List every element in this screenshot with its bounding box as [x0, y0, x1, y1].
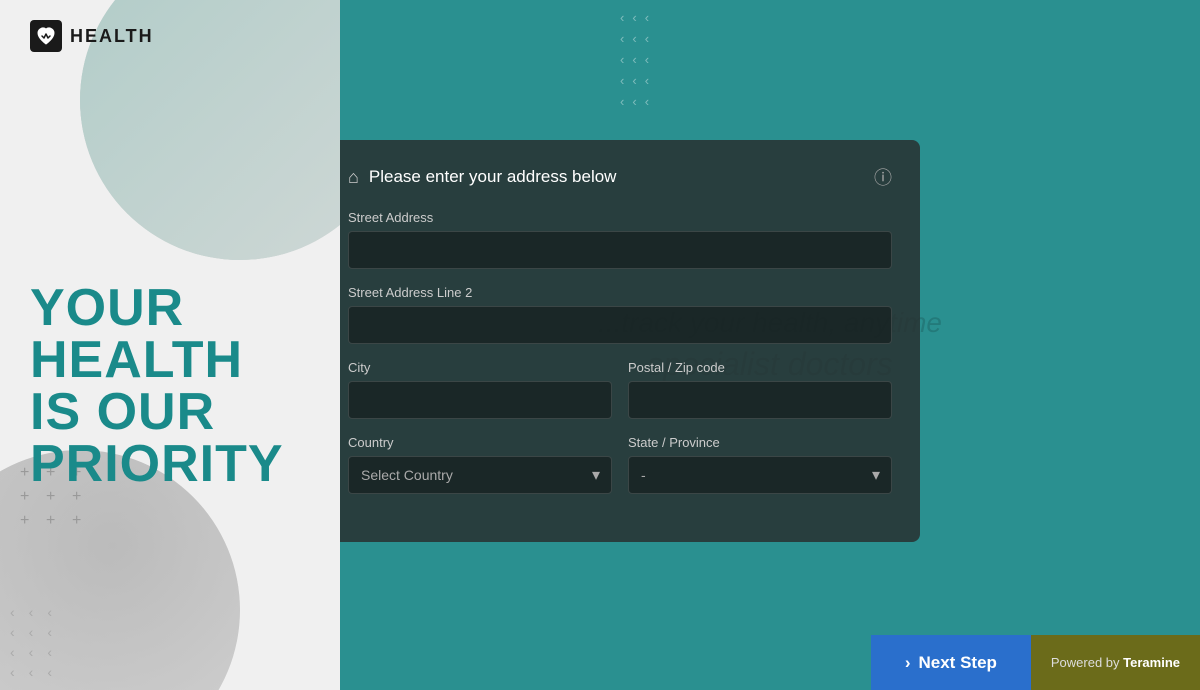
brand-name: Teramine	[1123, 655, 1180, 670]
street-address2-label: Street Address Line 2	[348, 285, 892, 300]
next-step-button[interactable]: › Next Step	[871, 635, 1031, 690]
top-chevrons: ‹ ‹ ‹ ‹ ‹ ‹ ‹ ‹ ‹ ‹ ‹ ‹ ‹ ‹ ‹	[620, 0, 649, 119]
powered-by-badge: Powered by Teramine	[1031, 635, 1200, 690]
state-select-wrapper: -	[628, 456, 892, 494]
logo-text: HEALTH	[70, 26, 154, 47]
hero-line1: YOUR HEALTH IS OUR PRIORITY	[30, 282, 284, 490]
city-input[interactable]	[348, 381, 612, 419]
country-label: Country	[348, 435, 612, 450]
city-group: City	[348, 360, 612, 419]
hero-text: YOUR HEALTH IS OUR PRIORITY	[30, 282, 284, 490]
country-select[interactable]: Select Country	[348, 456, 612, 494]
postal-label: Postal / Zip code	[628, 360, 892, 375]
next-step-label: Next Step	[919, 653, 997, 673]
country-group: Country Select Country	[348, 435, 612, 494]
state-label: State / Province	[628, 435, 892, 450]
city-postal-row: City Postal / Zip code	[348, 360, 892, 435]
country-select-wrapper: Select Country	[348, 456, 612, 494]
postal-group: Postal / Zip code	[628, 360, 892, 419]
chevron-row-3: ‹ ‹ ‹	[10, 644, 52, 660]
country-state-row: Country Select Country State / Province …	[348, 435, 892, 510]
address-form-modal: ⌂ Please enter your address below ⓘ Stre…	[340, 140, 920, 542]
home-icon: ⌂	[348, 167, 359, 188]
logo: HEALTH	[30, 20, 154, 52]
footer-bar: › Next Step Powered by Teramine	[340, 635, 1200, 690]
right-panel: ‹ ‹ ‹ ‹ ‹ ‹ ‹ ‹ ‹ ‹ ‹ ‹ ‹ ‹ ‹ ...track y…	[340, 0, 1200, 690]
street-address-input[interactable]	[348, 231, 892, 269]
form-header: ⌂ Please enter your address below ⓘ	[348, 164, 892, 190]
street-address2-group: Street Address Line 2	[348, 285, 892, 344]
chevron-row-1: ‹ ‹ ‹	[10, 604, 52, 620]
next-arrow: ›	[905, 653, 911, 673]
left-panel: HEALTH YOUR HEALTH IS OUR PRIORITY + + +…	[0, 0, 340, 690]
street-address2-input[interactable]	[348, 306, 892, 344]
chevron-row-2: ‹ ‹ ‹	[10, 624, 52, 640]
chevron-row-4: ‹ ‹ ‹	[10, 664, 52, 680]
logo-icon	[30, 20, 62, 52]
state-group: State / Province -	[628, 435, 892, 494]
info-icon[interactable]: ⓘ	[874, 164, 892, 190]
form-header-left: ⌂ Please enter your address below	[348, 167, 616, 188]
form-title: Please enter your address below	[369, 167, 617, 187]
city-label: City	[348, 360, 612, 375]
street-address-group: Street Address	[348, 210, 892, 269]
postal-input[interactable]	[628, 381, 892, 419]
state-select[interactable]: -	[628, 456, 892, 494]
street-address-label: Street Address	[348, 210, 892, 225]
powered-text: Powered by	[1051, 655, 1120, 670]
bottom-chevrons: ‹ ‹ ‹ ‹ ‹ ‹ ‹ ‹ ‹ ‹ ‹ ‹	[0, 570, 340, 690]
